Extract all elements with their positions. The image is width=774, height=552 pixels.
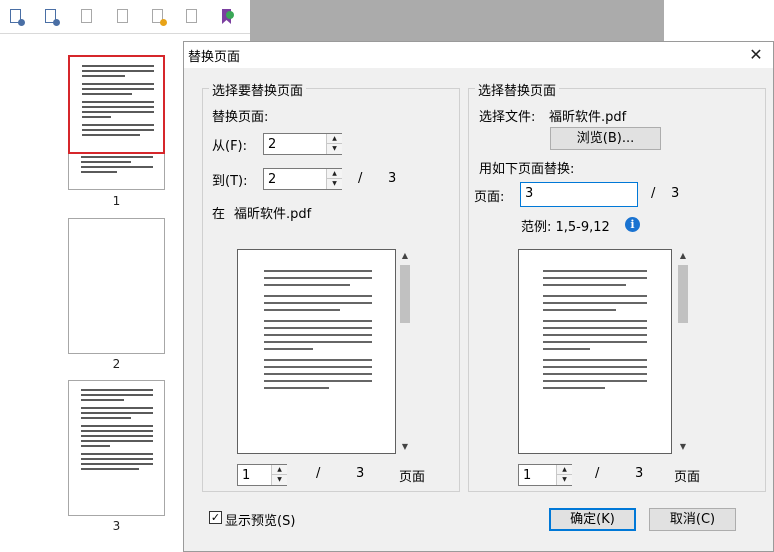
to-total: 3	[388, 171, 397, 186]
preview-page-value-left: 1	[242, 468, 251, 483]
preview-total-left: 3	[356, 466, 365, 481]
stepper-up-icon[interactable]: ▲	[272, 465, 287, 475]
rotate-page-icon[interactable]	[185, 8, 200, 26]
preview-scrollbar-left[interactable]: ▲ ▼	[398, 249, 412, 454]
page-thumbnail-3[interactable]	[68, 380, 165, 516]
replace-pages-label: 替换页面:	[212, 110, 269, 125]
page-preview-left	[237, 249, 396, 454]
to-label: 到(T):	[212, 174, 248, 189]
preview-scrollbar-right[interactable]: ▲ ▼	[676, 249, 690, 454]
show-preview-label[interactable]: 显示预览(S)	[225, 510, 295, 529]
stepper-down-icon[interactable]: ▼	[327, 144, 342, 154]
page-preview-right	[518, 249, 672, 454]
example-label: 范例: 1,5-9,12	[521, 220, 610, 235]
page-number-2: 2	[112, 357, 121, 371]
page-thumbnail-2[interactable]	[68, 218, 165, 354]
scroll-thumb[interactable]	[678, 265, 688, 323]
source-file-name: 福昕软件.pdf	[234, 207, 312, 222]
in-label: 在	[212, 207, 226, 222]
preview-slash-left: /	[316, 466, 321, 481]
scroll-down-icon[interactable]: ▼	[676, 440, 690, 454]
stepper-up-icon[interactable]: ▲	[327, 169, 342, 179]
page-range-input[interactable]: 3	[520, 182, 638, 207]
stepper-up-icon[interactable]: ▲	[327, 134, 342, 144]
page-toolbar	[0, 0, 250, 34]
scroll-up-icon[interactable]: ▲	[398, 249, 412, 263]
to-page-value: 2	[268, 172, 277, 187]
dialog-title: 替换页面	[188, 50, 241, 65]
close-icon[interactable]: ✕	[744, 43, 768, 67]
show-preview-checkbox[interactable]: ✓	[209, 511, 222, 524]
info-icon[interactable]: i	[625, 217, 640, 232]
from-label: 从(F):	[212, 139, 248, 154]
delete-page-icon[interactable]	[80, 8, 95, 26]
select-file-label: 选择文件:	[479, 110, 536, 125]
use-pages-label: 用如下页面替换:	[479, 162, 575, 177]
to-page-stepper[interactable]: 2 ▲ ▼	[263, 168, 342, 190]
bookmark-icon[interactable]	[220, 8, 235, 26]
from-page-value: 2	[268, 137, 277, 152]
page-label: 页面:	[474, 190, 505, 205]
group-title-left: 选择要替换页面	[209, 80, 307, 99]
browse-button[interactable]: 浏览(B)...	[550, 127, 661, 150]
preview-page-value-right: 1	[523, 468, 532, 483]
stepper-up-icon[interactable]: ▲	[557, 465, 572, 475]
preview-total-right: 3	[635, 466, 644, 481]
page-thumbnail-1[interactable]	[68, 55, 165, 154]
extract-page-icon[interactable]	[44, 8, 60, 26]
insert-page-icon[interactable]	[9, 8, 25, 26]
scroll-up-icon[interactable]: ▲	[676, 249, 690, 263]
document-page-edge	[664, 0, 774, 41]
stepper-down-icon[interactable]: ▼	[327, 179, 342, 189]
stepper-down-icon[interactable]: ▼	[557, 475, 572, 485]
cancel-button[interactable]: 取消(C)	[649, 508, 736, 531]
group-title-right: 选择替换页面	[475, 80, 560, 99]
from-page-stepper[interactable]: 2 ▲ ▼	[263, 133, 342, 155]
replace-pages-dialog: 替换页面 ✕ 选择要替换页面 替换页面: 从(F): 2 ▲ ▼ 到(T): 2 …	[183, 41, 774, 552]
to-slash: /	[358, 171, 363, 186]
page-range-value: 3	[525, 186, 534, 201]
page-number-3: 3	[112, 519, 121, 533]
replace-page-icon[interactable]	[151, 8, 167, 26]
replacement-file-name: 福昕软件.pdf	[549, 110, 627, 125]
page-slash: /	[651, 186, 656, 201]
select-replacement-pages-group: 选择替换页面 选择文件: 福昕软件.pdf 浏览(B)... 用如下页面替换: …	[468, 80, 766, 492]
page-number-1: 1	[112, 194, 121, 208]
page-total: 3	[671, 186, 680, 201]
preview-slash-right: /	[595, 466, 600, 481]
move-page-icon[interactable]	[116, 8, 131, 26]
dialog-title-bar: 替换页面 ✕	[184, 42, 773, 68]
scroll-thumb[interactable]	[400, 265, 410, 323]
preview-unit-left: 页面	[399, 470, 426, 485]
preview-unit-right: 页面	[674, 470, 701, 485]
ok-button[interactable]: 确定(K)	[549, 508, 636, 531]
page-thumbnail-1-lower	[68, 154, 165, 190]
scroll-down-icon[interactable]: ▼	[398, 440, 412, 454]
stepper-down-icon[interactable]: ▼	[272, 475, 287, 485]
select-pages-to-replace-group: 选择要替换页面 替换页面: 从(F): 2 ▲ ▼ 到(T): 2 ▲ ▼ / 3 …	[202, 80, 460, 492]
preview-page-stepper-right[interactable]: 1 ▲ ▼	[518, 464, 572, 486]
preview-page-stepper-left[interactable]: 1 ▲ ▼	[237, 464, 287, 486]
